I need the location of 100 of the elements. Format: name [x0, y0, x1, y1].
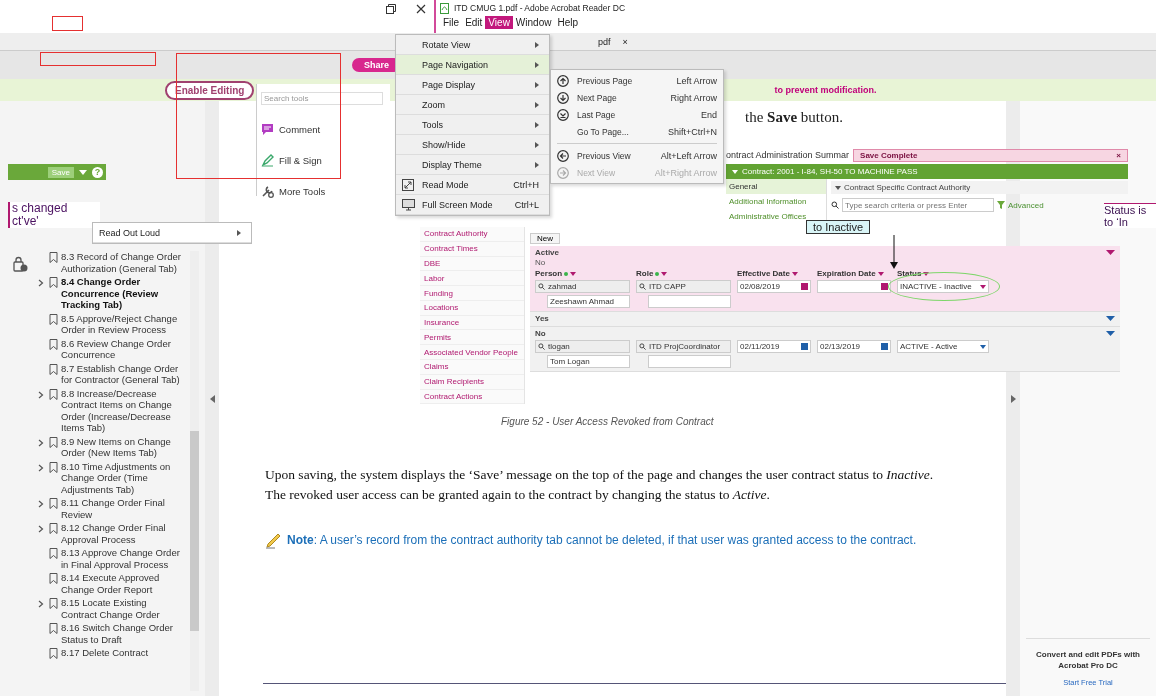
expiration-date-field[interactable]: [817, 280, 891, 293]
nav-link[interactable]: Labor: [420, 271, 524, 287]
person-name-field[interactable]: Tom Logan: [547, 355, 630, 368]
nav-link[interactable]: Contract Authority: [420, 227, 524, 242]
bookmark-item[interactable]: 8.3 Record of Change Order Authorization (General Tab): [38, 251, 188, 274]
role-description-field[interactable]: [648, 295, 731, 308]
restore-icon[interactable]: [386, 4, 396, 14]
bookmark-item[interactable]: 8.7 Establish Change Order for Contractor (General Tab): [38, 362, 188, 386]
search-field[interactable]: Type search criteria or press Enter: [842, 198, 994, 212]
menu-item[interactable]: Edit: [462, 16, 486, 29]
menu-item[interactable]: Next Page Right Arrow: [551, 89, 723, 106]
search-tools-field[interactable]: Search tools: [261, 92, 383, 105]
tool-item[interactable]: Fill & Sign: [261, 154, 390, 167]
collapse-left-icon[interactable]: [209, 395, 215, 403]
collapse-caret-icon[interactable]: [1106, 250, 1115, 255]
nav-link[interactable]: Associated Vendor People: [420, 345, 524, 361]
nav-link[interactable]: Contract Actions: [420, 389, 524, 405]
chevron-icon[interactable]: [38, 500, 44, 508]
bookmark-item[interactable]: 8.8 Increase/Decrease Contract Items on Change Order (Increase/Decrease Items Tab): [38, 387, 188, 434]
menu-item[interactable]: Show/Hide: [396, 135, 549, 155]
chevron-icon[interactable]: [38, 438, 44, 447]
menu-item[interactable]: Page Display: [396, 75, 549, 95]
menu-item[interactable]: Page Navigation: [396, 55, 549, 75]
nav-link[interactable]: Claims: [420, 360, 524, 375]
menu-item[interactable]: View: [485, 16, 513, 29]
menu-item[interactable]: Zoom: [396, 95, 549, 115]
bookmark-item[interactable]: 8.17 Delete Contract: [38, 647, 188, 659]
search-icon[interactable]: [831, 201, 839, 209]
sort-caret-icon[interactable]: [791, 271, 798, 276]
bookmark-item[interactable]: 8.10 Time Adjustments on Change Order (Time Adjustments Tab): [38, 460, 188, 495]
menu-item[interactable]: Previous View Alt+Left Arrow: [551, 147, 723, 164]
menu-item[interactable]: Tools: [396, 115, 549, 135]
lock-document-icon[interactable]: [12, 256, 28, 272]
sort-caret-icon[interactable]: [877, 271, 884, 276]
filter-icon[interactable]: [997, 201, 1005, 209]
chevron-icon[interactable]: [38, 600, 44, 608]
role-description-field[interactable]: [648, 355, 731, 368]
expiration-date-field[interactable]: 02/13/2019: [817, 340, 891, 353]
effective-date-field[interactable]: 02/08/2019: [737, 280, 811, 293]
nav-link[interactable]: Locations: [420, 300, 524, 316]
tool-item[interactable]: Comment: [261, 123, 390, 136]
document-tab[interactable]: pdf: [596, 36, 613, 47]
menu-item[interactable]: Last Page End: [551, 106, 723, 123]
chevron-icon[interactable]: [38, 279, 44, 287]
bookmark-item[interactable]: 8.16 Switch Change Order Status to Draft: [38, 622, 188, 645]
menu-item[interactable]: Full Screen Mode Ctrl+L: [396, 195, 549, 215]
bookmark-item[interactable]: 8.5 Approve/Reject Change Order in Review Process: [38, 312, 188, 336]
nav-link[interactable]: Claim Recipients: [420, 374, 524, 390]
menu-item[interactable]: Help: [554, 16, 581, 29]
role-field[interactable]: ITD ProjCoordinator: [636, 340, 731, 353]
advanced-link[interactable]: Advanced: [1008, 200, 1044, 210]
bookmark-item[interactable]: 8.14 Execute Approved Change Order Report: [38, 572, 188, 595]
effective-date-field[interactable]: 02/11/2019: [737, 340, 811, 353]
collapse-caret-icon[interactable]: [1106, 316, 1115, 321]
menu-item[interactable]: Go To Page... Shift+Ctrl+N: [551, 123, 723, 140]
bookmark-item[interactable]: 8.13 Approve Change Order in Final Approval Process: [38, 547, 188, 570]
bookmark-item[interactable]: 8.9 New Items on Change Order (New Items Tab): [38, 435, 188, 459]
bookmark-item[interactable]: 8.4 Change Order Concurrence (Review Tracking Tab): [38, 276, 188, 311]
dropdown-caret-icon[interactable]: [79, 169, 87, 175]
role-field[interactable]: ITD CAPP: [636, 280, 731, 293]
record-value: No: [535, 258, 547, 267]
caret-icon[interactable]: [732, 169, 738, 174]
nav-link[interactable]: Insurance: [420, 315, 524, 331]
person-field[interactable]: zahmad: [535, 280, 630, 293]
collapse-caret-icon[interactable]: [1106, 331, 1115, 336]
expand-right-icon[interactable]: [1010, 395, 1016, 403]
chevron-icon[interactable]: [38, 463, 44, 472]
chevron-icon[interactable]: [38, 525, 44, 533]
nav-link[interactable]: Contract Times: [420, 241, 524, 257]
nav-link[interactable]: Additional Information: [726, 194, 826, 209]
tool-item[interactable]: More Tools: [261, 185, 390, 198]
column-header: Effective Date: [737, 269, 817, 278]
sort-caret-icon[interactable]: [570, 271, 577, 276]
status-dropdown[interactable]: INACTIVE - Inactive: [897, 280, 989, 293]
sort-caret-icon[interactable]: [661, 271, 668, 276]
nav-link[interactable]: Permits: [420, 330, 524, 346]
new-button[interactable]: New: [530, 233, 560, 244]
tab-close-button[interactable]: ×: [622, 36, 628, 47]
section-header[interactable]: Contract Specific Contract Authority: [831, 181, 1128, 194]
nav-link[interactable]: General: [726, 179, 826, 194]
nav-link[interactable]: DBE: [420, 256, 524, 272]
menu-item[interactable]: Window: [512, 16, 555, 29]
person-field[interactable]: tlogan: [535, 340, 630, 353]
close-icon[interactable]: [416, 4, 426, 14]
person-name-field[interactable]: Zeeshawn Ahmad: [547, 295, 630, 308]
bookmark-item[interactable]: 8.15 Locate Existing Contract Change Order: [38, 597, 188, 620]
alert-close-button[interactable]: ×: [1116, 150, 1121, 160]
menu-item[interactable]: Display Theme: [396, 155, 549, 175]
bookmark-item[interactable]: 8.6 Review Change Order Concurrence: [38, 337, 188, 361]
menu-item[interactable]: Previous Page Left Arrow: [551, 72, 723, 89]
nav-link[interactable]: Funding: [420, 286, 524, 301]
menu-item[interactable]: Read Out Loud: [93, 223, 251, 243]
status-dropdown[interactable]: ACTIVE - Active: [897, 340, 989, 353]
bookmark-item[interactable]: 8.11 Change Order Final Review: [38, 497, 188, 520]
sort-caret-icon[interactable]: [923, 271, 930, 276]
bookmark-item[interactable]: 8.12 Change Order Final Approval Process: [38, 522, 188, 545]
menu-item[interactable]: Read Mode Ctrl+H: [396, 175, 549, 195]
menu-item[interactable]: File: [440, 16, 463, 29]
chevron-icon[interactable]: [38, 390, 44, 399]
scrollbar-thumb[interactable]: [190, 431, 199, 631]
